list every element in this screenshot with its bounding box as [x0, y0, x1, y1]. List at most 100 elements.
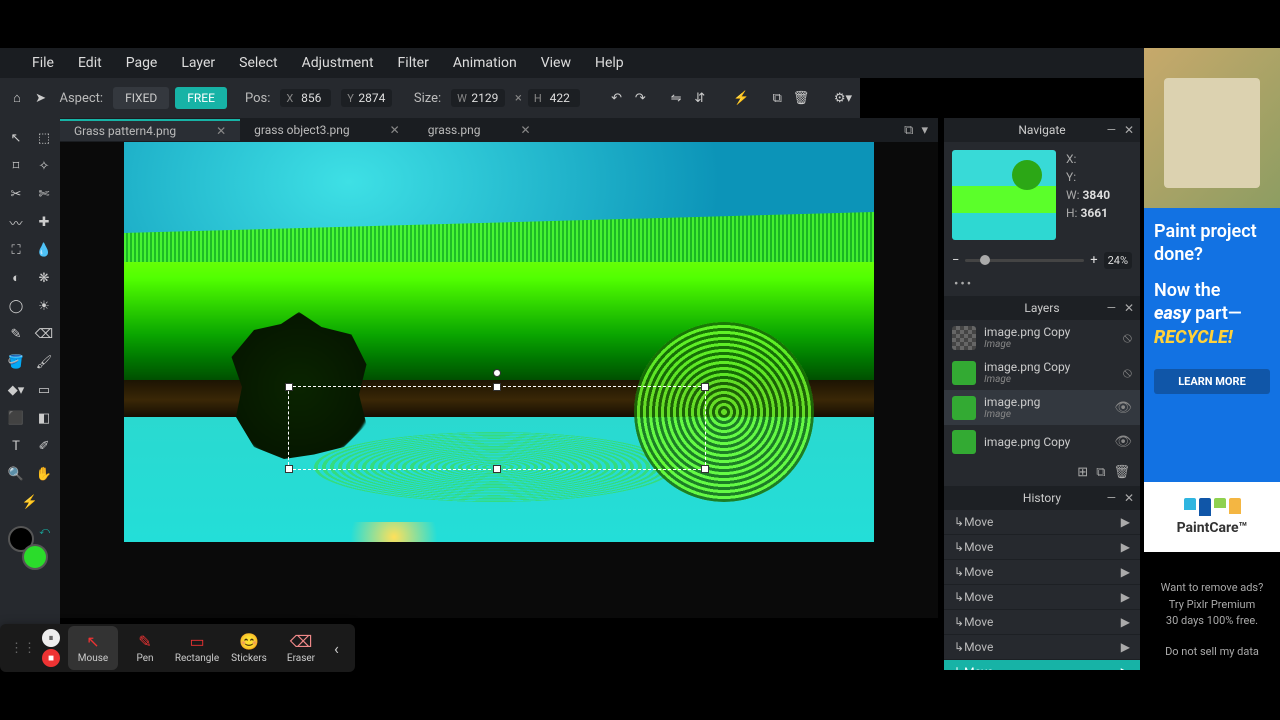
- size-h-field[interactable]: H422: [528, 89, 580, 107]
- menu-layer[interactable]: Layer: [169, 55, 227, 71]
- menu-animation[interactable]: Animation: [441, 55, 529, 71]
- heal-tool-icon[interactable]: ✚: [32, 210, 56, 234]
- menu-adjustment[interactable]: Adjustment: [290, 55, 386, 71]
- visibility-off-icon[interactable]: ⦸: [1123, 330, 1132, 346]
- delete-layer-icon[interactable]: 🗑: [1113, 465, 1130, 480]
- gradient-tool-icon[interactable]: ⬛: [4, 406, 28, 430]
- selection-box[interactable]: [288, 386, 706, 470]
- tab-grass[interactable]: grass.png✕: [414, 120, 545, 140]
- close-tab-icon[interactable]: ✕: [520, 123, 530, 137]
- visibility-off-icon[interactable]: ⦸: [1123, 365, 1132, 381]
- layer-row[interactable]: image.png CopyImage⦸: [944, 320, 1140, 355]
- minimize-icon[interactable]: —: [1107, 301, 1116, 315]
- recorder-eraser-button[interactable]: ⌫Eraser: [276, 626, 326, 670]
- drag-handle-icon[interactable]: ⋮⋮: [10, 641, 36, 656]
- history-item[interactable]: ↳ Move▶: [944, 535, 1140, 560]
- recorder-mouse-button[interactable]: ↖Mouse: [68, 626, 118, 670]
- close-tab-icon[interactable]: ✕: [390, 123, 400, 137]
- ad-learn-more-button[interactable]: LEARN MORE: [1154, 369, 1270, 394]
- panel-menu-icon[interactable]: •••: [944, 273, 1140, 296]
- cut-tool-icon[interactable]: ✄: [32, 182, 56, 206]
- lasso-tool-icon[interactable]: ⌑: [4, 154, 28, 178]
- duplicate-layer-icon[interactable]: ⧉: [1096, 465, 1105, 480]
- delete-icon[interactable]: 🗑: [792, 85, 810, 111]
- duplicate-icon[interactable]: ⧉: [768, 85, 786, 111]
- dodge-tool-icon[interactable]: ◯: [4, 294, 28, 318]
- close-tab-icon[interactable]: ✕: [216, 124, 226, 138]
- eyedropper-tool-icon[interactable]: ✐: [32, 434, 56, 458]
- window-arrange-icon[interactable]: ⧉: [904, 123, 913, 138]
- history-item[interactable]: ↳ Move▶: [944, 660, 1140, 670]
- brush-tool-icon[interactable]: 🖌: [32, 350, 56, 374]
- clone-tool-icon[interactable]: ⛶: [4, 238, 28, 262]
- layer-row[interactable]: image.png CopyImage⦸: [944, 355, 1140, 390]
- hand-tool-icon[interactable]: ✋: [32, 462, 56, 486]
- stop-recording-icon[interactable]: ■: [42, 649, 60, 667]
- redo-icon[interactable]: ↷: [631, 85, 649, 111]
- zoom-in-icon[interactable]: +: [1090, 253, 1097, 268]
- disperse-tool-icon[interactable]: ❋: [32, 266, 56, 290]
- nav-thumbnail[interactable]: [952, 150, 1056, 240]
- add-layer-icon[interactable]: ⊞: [1077, 465, 1088, 480]
- replace-tool-icon[interactable]: ◧: [32, 406, 56, 430]
- chevron-down-icon[interactable]: ▾: [921, 123, 928, 138]
- recorder-pen-button[interactable]: ✎Pen: [120, 626, 170, 670]
- zoom-tool-icon[interactable]: 🔍: [4, 462, 28, 486]
- canvas-area[interactable]: [60, 142, 938, 618]
- menu-filter[interactable]: Filter: [386, 55, 441, 71]
- close-icon[interactable]: ✕: [1124, 491, 1134, 505]
- tab-grass-object3[interactable]: grass object3.png✕: [240, 120, 414, 140]
- ai-enhance-icon[interactable]: ⚡: [733, 85, 751, 111]
- menu-help[interactable]: Help: [583, 55, 636, 71]
- color-swatch[interactable]: ⤺: [8, 526, 52, 570]
- layer-row[interactable]: image.png Copy👁: [944, 425, 1140, 459]
- do-not-sell-link[interactable]: Do not sell my data: [1150, 644, 1274, 661]
- wand-tool-icon[interactable]: ✧: [32, 154, 56, 178]
- recorder-rectangle-button[interactable]: ▭Rectangle: [172, 626, 222, 670]
- size-w-field[interactable]: W2129: [451, 89, 505, 107]
- collapse-recorder-icon[interactable]: ‹: [328, 639, 345, 658]
- liquify-tool-icon[interactable]: 〰: [4, 210, 28, 234]
- pos-y-field[interactable]: Y2874: [341, 89, 392, 107]
- flip-h-icon[interactable]: ⇋: [667, 85, 685, 111]
- visibility-icon[interactable]: 👁: [1114, 434, 1132, 450]
- background-color[interactable]: [22, 544, 48, 570]
- undo-icon[interactable]: ↶: [608, 85, 626, 111]
- marquee-tool-icon[interactable]: ⬚: [32, 126, 56, 150]
- text-tool-icon[interactable]: T: [4, 434, 28, 458]
- burn-tool-icon[interactable]: ☀: [32, 294, 56, 318]
- menu-view[interactable]: View: [529, 55, 583, 71]
- minimize-icon[interactable]: —: [1107, 491, 1116, 505]
- zoom-out-icon[interactable]: −: [952, 253, 959, 268]
- history-item[interactable]: ↳ Move▶: [944, 560, 1140, 585]
- settings-icon[interactable]: ⚙▾: [834, 85, 852, 111]
- crop-tool-icon[interactable]: ✂: [4, 182, 28, 206]
- recorder-stickers-button[interactable]: 😊Stickers: [224, 626, 274, 670]
- ad-banner[interactable]: Paint project done? Now the easy part— R…: [1144, 48, 1280, 552]
- visibility-icon[interactable]: 👁: [1114, 400, 1132, 416]
- shape-tool-icon[interactable]: ◆▾: [4, 378, 28, 402]
- sponge-tool-icon[interactable]: ◐: [4, 266, 28, 290]
- menu-select[interactable]: Select: [227, 55, 289, 71]
- swap-colors-icon[interactable]: ⤺: [39, 526, 50, 537]
- zoom-value[interactable]: 24%: [1104, 252, 1132, 269]
- minimize-icon[interactable]: —: [1107, 123, 1116, 137]
- eraser-tool-icon[interactable]: ⌫: [32, 322, 56, 346]
- magic-tool-icon[interactable]: ⚡: [18, 490, 42, 514]
- frame-tool-icon[interactable]: ▭: [32, 378, 56, 402]
- history-item[interactable]: ↳ Move▶: [944, 585, 1140, 610]
- home-icon[interactable]: ⌂: [8, 85, 26, 111]
- pen-tool-icon[interactable]: ✎: [4, 322, 28, 346]
- history-item[interactable]: ↳ Move▶: [944, 510, 1140, 535]
- layer-row[interactable]: image.pngImage👁: [944, 390, 1140, 425]
- blur-tool-icon[interactable]: 💧: [32, 238, 56, 262]
- move-tool-icon[interactable]: ↖: [4, 126, 28, 150]
- close-icon[interactable]: ✕: [1124, 123, 1134, 137]
- tab-grass-pattern4[interactable]: Grass pattern4.png✕: [60, 119, 240, 141]
- pause-recording-icon[interactable]: ⏸: [42, 629, 60, 647]
- menu-page[interactable]: Page: [114, 55, 170, 71]
- cursor-icon[interactable]: ➤: [32, 85, 50, 111]
- aspect-free-button[interactable]: FREE: [175, 87, 227, 109]
- zoom-slider[interactable]: [965, 259, 1084, 262]
- pos-x-field[interactable]: X856: [280, 89, 331, 107]
